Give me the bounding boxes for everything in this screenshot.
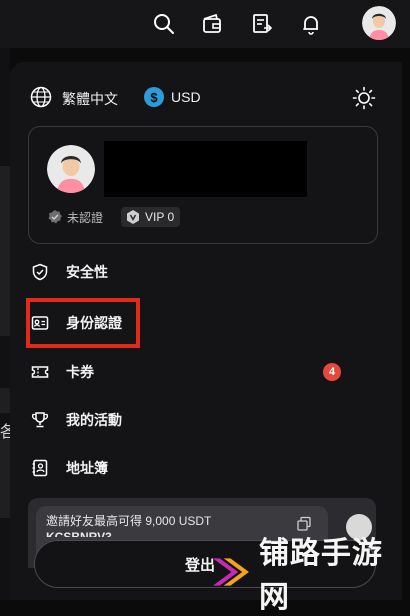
badge-check-icon xyxy=(48,210,62,224)
address-book-icon xyxy=(30,458,50,478)
menu-item-label: 卡券 xyxy=(66,364,94,380)
menu-item-address-book[interactable]: 地址簿 xyxy=(30,448,108,488)
vip-hexagon-icon xyxy=(127,210,139,224)
usd-icon: $ xyxy=(144,87,164,107)
invite-code: KCSBNRV3 xyxy=(46,530,112,537)
account-menu-panel: 繁體中文 $ USD 未認證 VIP 0 安全性 身份認證 卡券 4 我的活動 … xyxy=(10,62,402,600)
background-page-strip xyxy=(0,48,10,600)
invite-title: 邀請好友最高可得 9,000 USDT xyxy=(46,514,212,528)
verification-status: 未認證 xyxy=(67,210,104,225)
profile-card[interactable]: 未認證 VIP 0 xyxy=(28,126,378,244)
sun-icon[interactable] xyxy=(352,86,376,110)
vip-level: VIP 0 xyxy=(145,210,175,224)
menu-item-label: 安全性 xyxy=(66,264,108,280)
ticket-icon xyxy=(30,362,50,382)
menu-item-security[interactable]: 安全性 xyxy=(30,252,108,292)
profile-avatar xyxy=(47,145,95,193)
highlight-box xyxy=(26,298,140,348)
shield-icon xyxy=(30,262,50,282)
settings-row: 繁體中文 $ USD xyxy=(30,86,382,112)
orders-icon[interactable] xyxy=(249,11,275,37)
watermark-text: 铺路手游网 xyxy=(258,537,383,614)
verification-badge: 未認證 xyxy=(43,207,107,227)
top-bar xyxy=(0,0,410,48)
trophy-icon xyxy=(30,410,50,430)
coupon-count-badge: 4 xyxy=(323,363,341,381)
language-selector[interactable]: 繁體中文 xyxy=(62,89,118,109)
avatar[interactable] xyxy=(362,6,396,40)
background-text: 各 xyxy=(0,424,10,441)
currency-selector[interactable]: USD xyxy=(171,89,201,105)
menu-item-coupons[interactable]: 卡券 xyxy=(30,352,94,392)
globe-icon[interactable] xyxy=(30,86,52,108)
search-icon[interactable] xyxy=(151,11,177,37)
menu-item-my-activities[interactable]: 我的活動 xyxy=(30,400,122,440)
watermark: 铺路手游网 xyxy=(210,537,410,614)
menu-item-label: 地址簿 xyxy=(66,460,108,476)
vip-badge[interactable]: VIP 0 xyxy=(121,207,181,227)
wallet-icon[interactable] xyxy=(199,11,225,37)
menu-item-label: 我的活動 xyxy=(66,412,122,428)
redacted-user-info xyxy=(104,141,307,197)
bell-icon[interactable] xyxy=(298,11,324,37)
watermark-logo-icon xyxy=(212,558,249,586)
